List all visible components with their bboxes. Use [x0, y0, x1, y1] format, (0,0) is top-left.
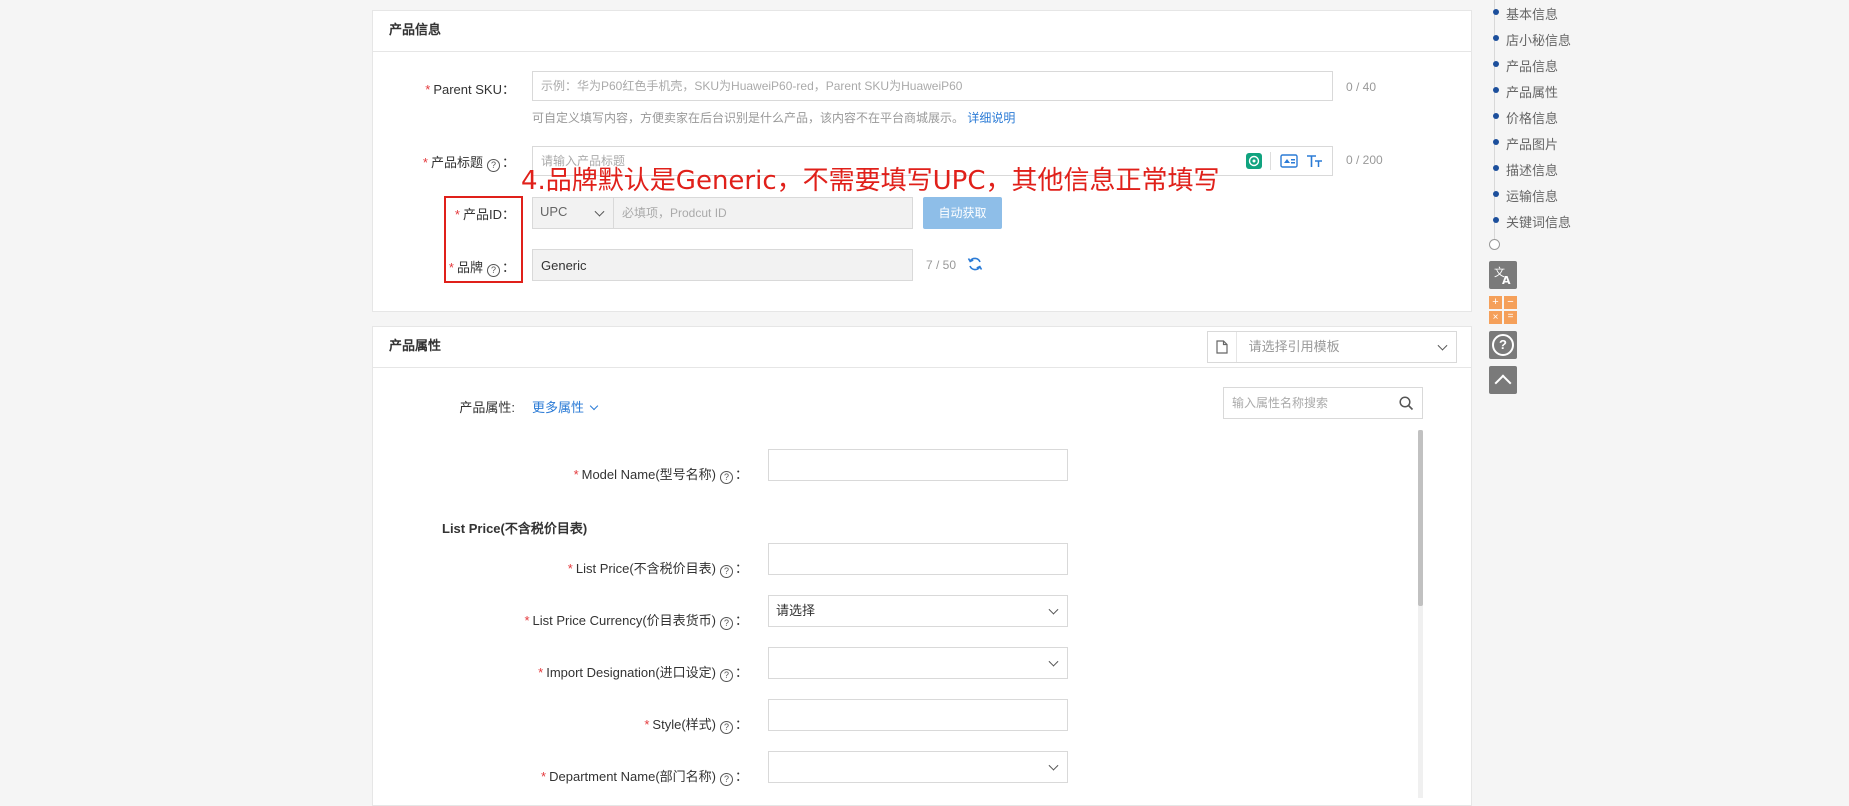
chevron-down-icon [594, 206, 605, 217]
nav-dot-icon [1493, 87, 1499, 93]
title-counter: 0 / 200 [1346, 153, 1383, 167]
brand-counter: 7 / 50 [926, 258, 957, 272]
help-icon[interactable]: ? [486, 264, 500, 277]
chevron-down-icon [1048, 760, 1059, 771]
nav-dot-icon [1493, 191, 1499, 197]
more-attrs-link[interactable]: 更多属性 [532, 397, 598, 416]
brand-label: * 品牌?： [448, 260, 515, 277]
font-size-icon[interactable] [1306, 153, 1324, 169]
product-info-title: 产品信息 [373, 11, 1471, 52]
back-to-top-button[interactable] [1489, 366, 1517, 394]
side-nav-item[interactable]: 基本信息 [1493, 4, 1558, 23]
side-nav-item[interactable]: 价格信息 [1493, 108, 1558, 127]
document-icon [1208, 332, 1237, 362]
attr-field-input[interactable] [768, 543, 1068, 575]
translate-icon: 文 A [1494, 265, 1511, 287]
divider [1270, 152, 1271, 170]
side-nav-item[interactable]: 描述信息 [1493, 160, 1558, 179]
side-nav-item[interactable]: 关键词信息 [1493, 212, 1571, 231]
help-icon[interactable]: ? [719, 721, 733, 734]
title-tools [1246, 152, 1326, 170]
attr-search-input[interactable] [1223, 387, 1423, 419]
search-icon[interactable] [1399, 396, 1414, 411]
image-text-icon[interactable] [1280, 153, 1298, 169]
help-icon[interactable]: ? [719, 669, 733, 682]
attr-field-label: * List Price(不含税价目表)?： [567, 561, 748, 578]
annotation-text: 4.品牌默认是Generic，不需要填写UPC，其他信息正常填写 [521, 166, 1220, 196]
help-icon[interactable]: ? [719, 617, 733, 630]
nav-dot-icon [1493, 35, 1499, 41]
side-nav-item[interactable]: 产品图片 [1493, 134, 1558, 153]
nav-dot-icon [1493, 139, 1499, 145]
attr-field-label: * List Price Currency(价目表货币)?： [524, 613, 748, 630]
nav-dot-icon [1493, 165, 1499, 171]
brand-input[interactable] [532, 249, 913, 281]
attr-field-input[interactable] [768, 449, 1068, 481]
chevron-down-icon [1048, 604, 1059, 615]
group-title: List Price(不含税价目表) [442, 521, 588, 536]
parent-sku-input[interactable] [532, 71, 1333, 101]
parent-sku-hint: 可自定义填写内容，方便卖家在后台识别是什么产品，该内容不在平台商城展示。 详细说… [532, 111, 1016, 125]
product-id-label: * 产品ID： [454, 207, 515, 222]
attr-field-label: * Style(样式)?： [644, 717, 748, 734]
attrs-scrollbar[interactable] [1418, 430, 1423, 798]
svg-text:A: A [1502, 274, 1511, 286]
help-icon[interactable]: ? [719, 773, 733, 786]
attr-field-label: * Department Name(部门名称)?： [541, 769, 748, 786]
attr-field-select[interactable] [768, 647, 1068, 679]
attr-field-select[interactable] [768, 751, 1068, 783]
chevron-up-icon [1494, 374, 1512, 392]
calculator-icon[interactable]: + − × = [1489, 296, 1517, 324]
chevron-down-icon [1048, 656, 1059, 667]
chevron-down-icon [589, 401, 598, 411]
attr-field-label: * Import Designation(进口设定)?： [538, 665, 748, 682]
side-nav-item[interactable]: 产品属性 [1493, 82, 1558, 101]
template-select[interactable]: 请选择引用模板 [1207, 331, 1457, 363]
parent-sku-help-link[interactable]: 详细说明 [967, 111, 1015, 125]
attr-search [1223, 387, 1423, 419]
parent-sku-label: * Parent SKU： [425, 82, 515, 97]
help-icon[interactable]: ? [486, 159, 500, 172]
attr-field-label: * Model Name(型号名称)?： [573, 467, 748, 484]
nav-dot-icon [1493, 217, 1499, 223]
auto-fetch-button[interactable]: 自动获取 [923, 197, 1002, 229]
nav-dot-icon [1493, 61, 1499, 67]
side-nav-item[interactable]: 运输信息 [1493, 186, 1558, 205]
attr-field-input[interactable] [768, 699, 1068, 731]
help-icon[interactable]: ? [719, 471, 733, 484]
chatgpt-icon[interactable] [1246, 153, 1262, 169]
product-id-input[interactable] [613, 197, 913, 229]
attrs-label: 产品属性: [459, 400, 515, 415]
refresh-icon[interactable] [967, 256, 983, 272]
nav-end-circle-icon [1489, 239, 1500, 250]
side-nav-item[interactable]: 产品信息 [1493, 56, 1558, 75]
nav-dot-icon [1493, 9, 1499, 15]
title-label: * 产品标题?： [422, 155, 515, 172]
nav-dot-icon [1493, 113, 1499, 119]
help-icon[interactable]: ? [719, 565, 733, 578]
question-icon: ? [1492, 334, 1514, 356]
attr-field-select[interactable]: 请选择 [768, 595, 1068, 627]
side-nav-item[interactable]: 店小秘信息 [1493, 30, 1571, 49]
product-id-type-select[interactable]: UPC [532, 197, 614, 229]
help-button[interactable]: ? [1489, 331, 1517, 359]
parent-sku-counter: 0 / 40 [1346, 80, 1377, 94]
attrs-scrollbar-thumb[interactable] [1418, 430, 1423, 606]
chevron-down-icon [1437, 340, 1448, 351]
translate-button[interactable]: 文 A [1489, 261, 1517, 289]
